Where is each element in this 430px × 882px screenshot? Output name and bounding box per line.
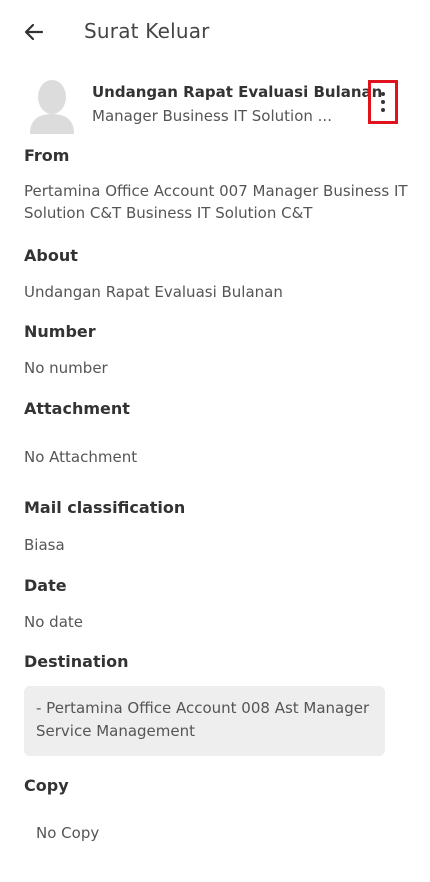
page-title: Surat Keluar xyxy=(84,19,210,43)
number-value: No number xyxy=(24,359,108,377)
attachment-label: Attachment xyxy=(24,399,130,418)
arrow-left-icon xyxy=(24,23,44,41)
back-button[interactable] xyxy=(22,20,46,44)
mail-header: Undangan Rapat Evaluasi Bulanan Manager … xyxy=(0,66,430,142)
destination-value: - Pertamina Office Account 008 Ast Manag… xyxy=(24,686,385,756)
about-value: Undangan Rapat Evaluasi Bulanan xyxy=(24,283,283,301)
date-value: No date xyxy=(24,613,83,631)
avatar xyxy=(28,78,76,134)
classification-value: Biasa xyxy=(24,536,65,554)
top-bar: Surat Keluar xyxy=(0,0,430,66)
from-label: From xyxy=(24,146,70,165)
destination-label: Destination xyxy=(24,652,129,671)
copy-label: Copy xyxy=(24,776,69,795)
attachment-value: No Attachment xyxy=(24,448,138,466)
more-options-button[interactable] xyxy=(368,80,398,124)
number-label: Number xyxy=(24,322,96,341)
mail-sender: Manager Business IT Solution ... xyxy=(92,107,332,125)
copy-value: No Copy xyxy=(36,824,100,842)
classification-label: Mail classification xyxy=(24,498,186,517)
date-label: Date xyxy=(24,576,67,595)
mail-subject: Undangan Rapat Evaluasi Bulanan xyxy=(92,83,383,101)
from-value: Pertamina Office Account 007 Manager Bus… xyxy=(24,182,408,222)
about-label: About xyxy=(24,246,78,265)
user-avatar-icon xyxy=(30,80,74,134)
